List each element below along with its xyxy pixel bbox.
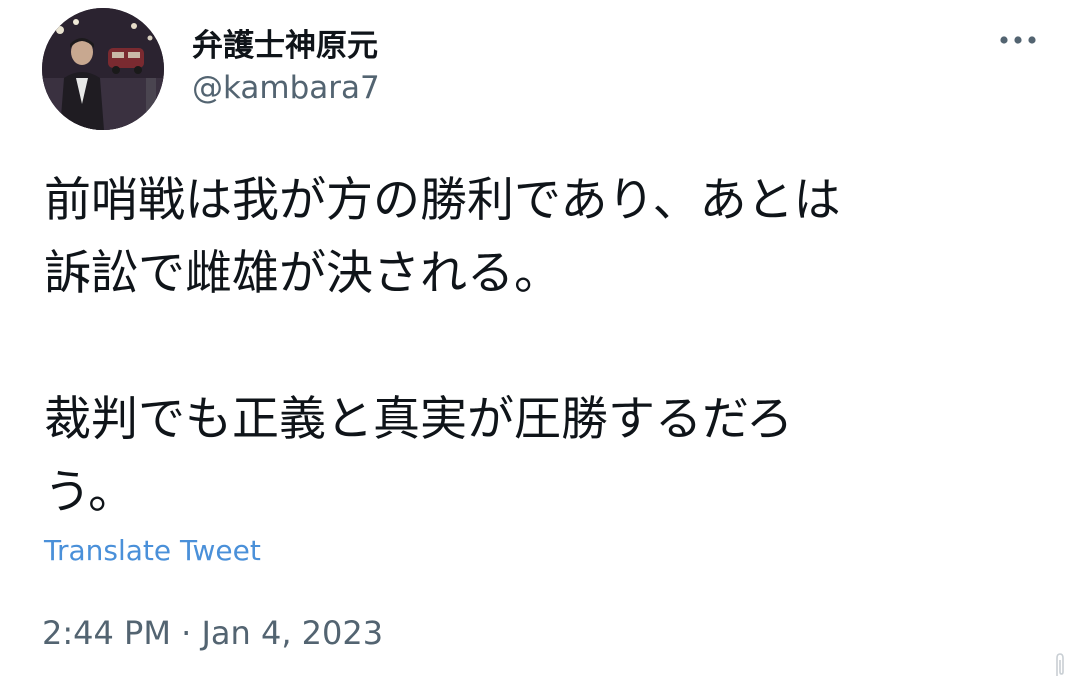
avatar-photo bbox=[42, 8, 164, 130]
paragraph-break bbox=[44, 310, 1044, 383]
tweet-timestamp[interactable]: 2:44 PM · Jan 4, 2023 bbox=[42, 614, 383, 652]
tweet-line: 前哨戦は我が方の勝利であり、あとは bbox=[44, 173, 841, 228]
author-display-name[interactable]: 弁護士神原元 bbox=[192, 20, 378, 65]
translate-tweet-link[interactable]: Translate Tweet bbox=[44, 534, 261, 567]
tweet-line: う。 bbox=[44, 465, 136, 520]
tweet-card: 弁護士神原元 @kambara7 前哨戦は我が方の勝利であり、あとは 訴訟で雌雄… bbox=[0, 0, 1080, 681]
attachment-icon bbox=[1056, 653, 1064, 676]
tweet-text: 前哨戦は我が方の勝利であり、あとは 訴訟で雌雄が決される。 裁判でも正義と真実が… bbox=[44, 164, 1044, 529]
more-horizontal-icon bbox=[1000, 36, 1036, 44]
more-options-button[interactable] bbox=[992, 22, 1044, 58]
author-handle[interactable]: @kambara7 bbox=[192, 70, 380, 106]
author-avatar[interactable] bbox=[42, 8, 164, 130]
tweet-line: 訴訟で雌雄が決される。 bbox=[44, 246, 561, 301]
tweet-line: 裁判でも正義と真実が圧勝するだろ bbox=[44, 392, 794, 447]
